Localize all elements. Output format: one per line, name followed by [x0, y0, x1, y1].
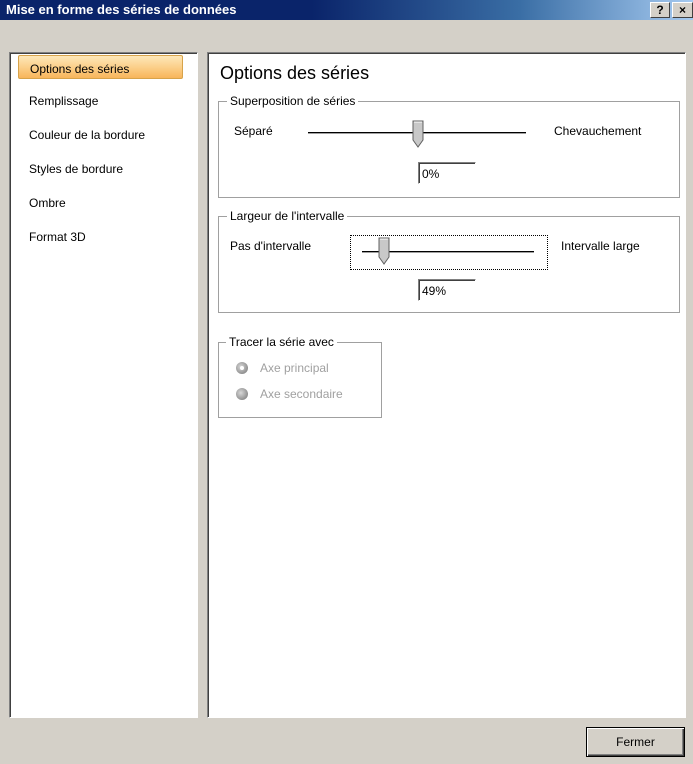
secondary-axis-radio[interactable]: [236, 388, 248, 400]
gap-width-group-label: Largeur de l'intervalle: [227, 209, 348, 223]
overlap-slider-thumb[interactable]: [412, 120, 424, 148]
close-window-button[interactable]: ×: [672, 2, 693, 18]
category-sidebar: [9, 52, 198, 718]
sidebar-item-3d-format[interactable]: Format 3D: [18, 224, 183, 248]
sidebar-item-shadow[interactable]: Ombre: [18, 190, 183, 214]
overlap-value-field[interactable]: 0%: [418, 162, 476, 184]
panel-heading: Options des séries: [220, 63, 370, 83]
sidebar-item-border-color[interactable]: Couleur de la bordure: [18, 122, 183, 146]
help-button[interactable]: ?: [650, 2, 670, 18]
gap-left-label: Pas d'intervalle: [230, 239, 311, 253]
sidebar-item-fill[interactable]: Remplissage: [18, 88, 183, 112]
gap-slider-thumb[interactable]: [378, 237, 390, 265]
sidebar-item-series-options[interactable]: Options des séries: [18, 55, 183, 79]
overlap-left-label: Séparé: [234, 124, 273, 138]
plot-series-group: [218, 342, 382, 418]
window-title: Mise en forme des séries de données: [6, 2, 237, 17]
overlap-group-label: Superposition de séries: [227, 94, 359, 108]
primary-axis-radio[interactable]: [236, 362, 248, 374]
overlap-right-label: Chevauchement: [554, 124, 642, 138]
gap-right-label: Intervalle large: [561, 239, 640, 253]
plot-series-group-label: Tracer la série avec: [226, 335, 337, 349]
close-button[interactable]: Fermer: [586, 727, 685, 757]
secondary-axis-label: Axe secondaire: [260, 387, 343, 401]
sidebar-item-border-styles[interactable]: Styles de bordure: [18, 156, 183, 180]
gap-value-field[interactable]: 49%: [418, 279, 476, 301]
primary-axis-label: Axe principal: [260, 361, 329, 375]
title-bar: Mise en forme des séries de données ? ×: [0, 0, 693, 20]
